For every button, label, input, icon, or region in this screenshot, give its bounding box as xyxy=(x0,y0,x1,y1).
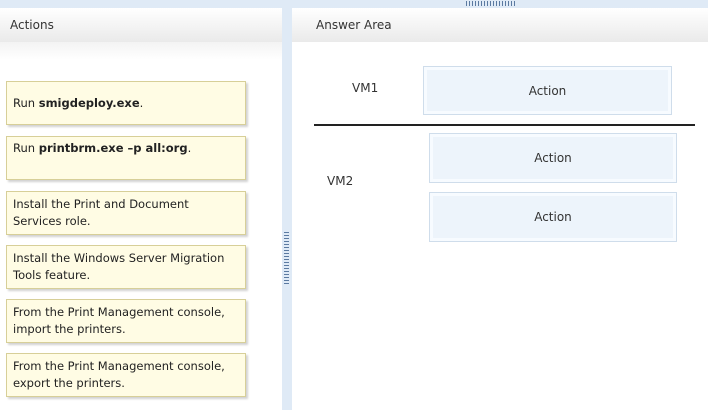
top-strip xyxy=(0,0,708,8)
action-text: From the Print Management console, expor… xyxy=(13,359,225,390)
vm-divider xyxy=(314,124,695,126)
horizontal-resize-grip-icon[interactable] xyxy=(466,1,516,6)
actions-header-shade xyxy=(0,42,282,60)
action-item-run-printbrm[interactable]: Run printbrm.exe –p all:org. xyxy=(6,136,246,180)
vertical-resize-grip-icon[interactable] xyxy=(284,232,289,284)
vm2-action-slot-2[interactable]: Action xyxy=(429,192,677,242)
actions-panel-header: Actions xyxy=(0,8,282,42)
action-item-run-smigdeploy[interactable]: Run smigdeploy.exe. xyxy=(6,81,246,125)
action-text-suffix: . xyxy=(187,141,192,155)
action-item-import-printers[interactable]: From the Print Management console, impor… xyxy=(6,299,246,343)
action-text: From the Print Management console, impor… xyxy=(13,305,225,336)
vm1-action-slot[interactable]: Action xyxy=(423,66,672,115)
action-text: Install the Windows Server Migration Too… xyxy=(13,251,225,282)
action-item-export-printers[interactable]: From the Print Management console, expor… xyxy=(6,353,246,397)
actions-title: Actions xyxy=(10,18,54,32)
action-text: Run xyxy=(13,141,39,155)
action-item-install-print-role[interactable]: Install the Print and Document Services … xyxy=(6,191,246,235)
action-command: printbrm.exe –p all:org xyxy=(38,141,188,155)
answer-area-title: Answer Area xyxy=(316,18,392,32)
action-text-suffix: . xyxy=(139,95,144,110)
action-text: Run xyxy=(13,95,39,110)
vm2-action-slot-1[interactable]: Action xyxy=(429,133,677,183)
action-command: smigdeploy.exe xyxy=(38,95,140,110)
action-text: Install the Print and Document Services … xyxy=(13,197,189,228)
vm2-label: VM2 xyxy=(327,174,354,188)
answer-area-header: Answer Area xyxy=(292,8,708,42)
action-item-install-migration-tools[interactable]: Install the Windows Server Migration Too… xyxy=(6,245,246,289)
panel-splitter[interactable] xyxy=(282,8,292,410)
vm1-label: VM1 xyxy=(352,81,379,95)
